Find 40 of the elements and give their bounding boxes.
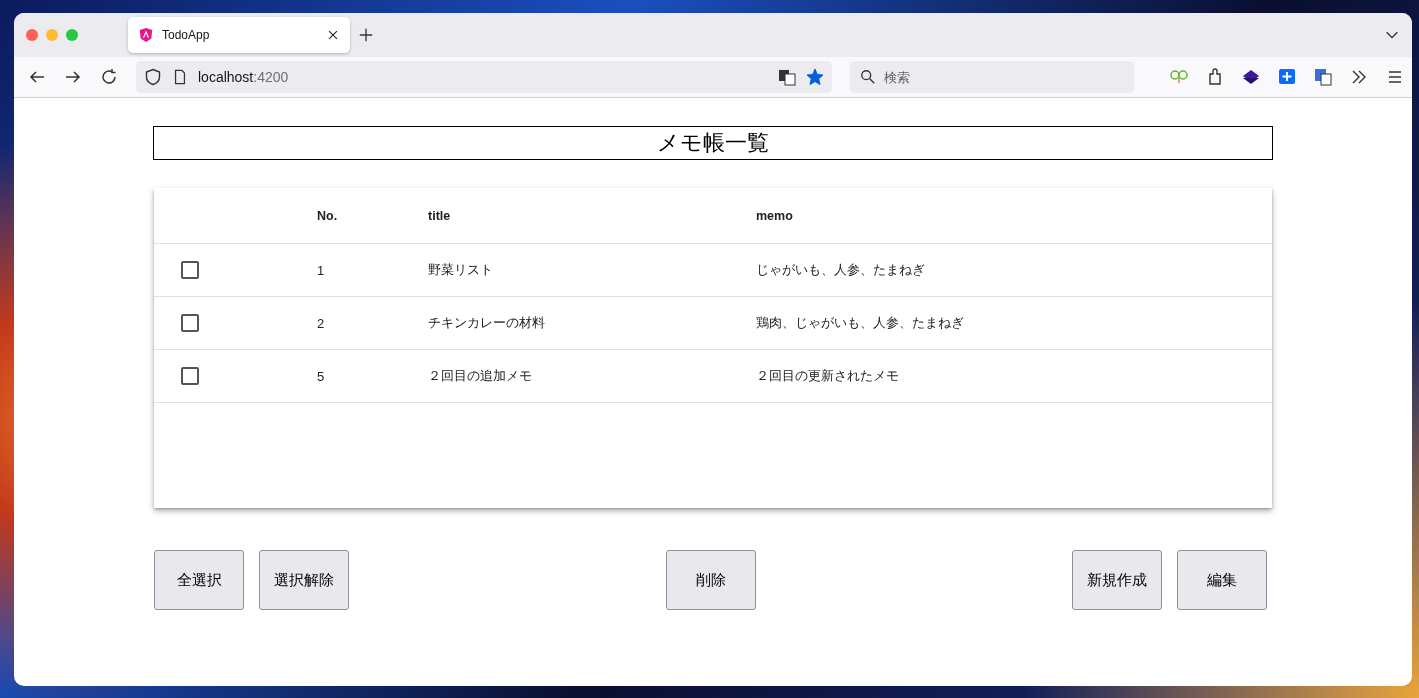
search-bar[interactable]: 検索: [850, 61, 1134, 93]
close-icon[interactable]: [326, 28, 340, 42]
address-bar[interactable]: localhost:4200: [136, 61, 832, 93]
column-header: No.: [317, 208, 339, 223]
layers-icon[interactable]: [1242, 68, 1260, 86]
reload-icon[interactable]: [100, 68, 118, 86]
search-icon[interactable]: [860, 69, 876, 85]
action-button[interactable]: 新規作成: [1072, 550, 1162, 610]
plus-icon[interactable]: [358, 27, 374, 43]
action-button[interactable]: 全選択: [154, 550, 244, 610]
url-text: localhost:4200: [198, 69, 289, 85]
column-header: title: [428, 208, 452, 223]
table-cell-text: 1: [317, 262, 326, 278]
shield-icon[interactable]: [144, 68, 162, 86]
plus-square-icon[interactable]: [1278, 68, 1296, 86]
action-button[interactable]: 削除: [665, 550, 756, 610]
table-cell-text: 鶏肉、じゃがいも、人参、たまねぎ: [756, 314, 965, 332]
page-icon[interactable]: [172, 68, 188, 86]
browser-tab[interactable]: TodoApp: [128, 17, 350, 53]
table-cell-text: 5: [317, 368, 326, 384]
action-button[interactable]: 選択解除: [259, 550, 349, 610]
table-cell-text: 2: [317, 315, 326, 331]
star-icon[interactable]: [806, 68, 824, 86]
table-cell-text: チキンカレーの材料: [428, 314, 546, 332]
row-checkbox[interactable]: [181, 314, 199, 332]
menu-icon[interactable]: [1386, 68, 1404, 86]
row-checkbox[interactable]: [181, 261, 199, 279]
table-cell-text: ２回目の追加メモ: [428, 367, 533, 385]
table-cell-text: じゃがいも、人参、たまねぎ: [756, 261, 926, 279]
shield-logo-icon[interactable]: [138, 27, 154, 43]
action-button[interactable]: 編集: [1177, 550, 1267, 610]
double-chevron-icon[interactable]: [1350, 68, 1368, 86]
table-cell-text: 野菜リスト: [428, 261, 494, 279]
close-window-button[interactable]: [26, 29, 38, 41]
tab-title: TodoApp: [162, 28, 211, 42]
column-header: memo: [756, 208, 794, 223]
row-checkbox[interactable]: [181, 367, 199, 385]
page-title: メモ帳一覧: [153, 126, 1273, 160]
search-field[interactable]: 検索: [884, 67, 1124, 87]
table-cell-text: ２回目の更新されたメモ: [756, 367, 900, 385]
